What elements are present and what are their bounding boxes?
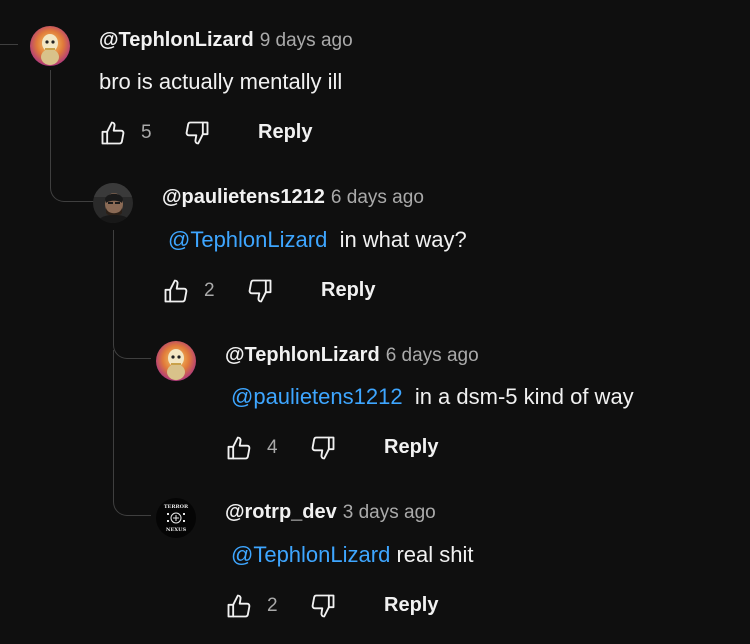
reply-button[interactable]: Reply bbox=[258, 121, 312, 144]
mention-link[interactable]: @TephlonLizard bbox=[168, 227, 327, 252]
author-name[interactable]: @paulietens1212 bbox=[162, 186, 325, 208]
comment-body: real shit bbox=[396, 542, 474, 567]
avatar[interactable]: TERROR NEXUS bbox=[156, 498, 196, 538]
comment-actions: 5 Reply bbox=[99, 119, 399, 149]
comment-header: @TephlonLizard 9 days ago bbox=[99, 29, 353, 52]
avatar-logo-top-text: TERROR bbox=[164, 504, 189, 510]
author-name[interactable]: @TephlonLizard bbox=[99, 29, 254, 51]
author-name[interactable]: @rotrp_dev bbox=[225, 501, 337, 523]
like-count: 2 bbox=[204, 280, 215, 301]
dislike-icon[interactable] bbox=[309, 592, 337, 620]
like-icon[interactable] bbox=[162, 277, 190, 305]
dislike-icon[interactable] bbox=[309, 434, 337, 462]
reply-button[interactable]: Reply bbox=[384, 436, 438, 459]
comment-body: bro is actually mentally ill bbox=[99, 69, 343, 94]
like-count: 2 bbox=[267, 595, 278, 616]
like-count: 5 bbox=[141, 122, 152, 143]
thread-line-level2b bbox=[113, 350, 151, 516]
avatar[interactable] bbox=[156, 341, 196, 381]
comment-actions: 2 Reply bbox=[225, 592, 525, 622]
dislike-icon[interactable] bbox=[183, 119, 211, 147]
comment-header: @TephlonLizard 6 days ago bbox=[225, 344, 479, 367]
comment-header: @rotrp_dev 3 days ago bbox=[225, 501, 436, 524]
comment-body: in what way? bbox=[339, 227, 467, 252]
comment: @TephlonLizard 9 days ago bro is actually… bbox=[0, 0, 750, 160]
comment-text: @TephlonLizard real shit bbox=[231, 542, 474, 568]
author-name[interactable]: @TephlonLizard bbox=[225, 344, 380, 366]
thread-line-level2a bbox=[113, 230, 151, 359]
timestamp[interactable]: 6 days ago bbox=[386, 345, 479, 366]
dislike-icon[interactable] bbox=[246, 277, 274, 305]
like-icon[interactable] bbox=[225, 592, 253, 620]
reply-button[interactable]: Reply bbox=[321, 279, 375, 302]
like-icon[interactable] bbox=[99, 119, 127, 147]
comment-text: bro is actually mentally ill bbox=[99, 69, 342, 95]
comment-body: in a dsm-5 kind of way bbox=[414, 384, 634, 409]
like-icon[interactable] bbox=[225, 434, 253, 462]
mention-link[interactable]: @paulietens1212 bbox=[231, 384, 403, 409]
timestamp[interactable]: 6 days ago bbox=[331, 187, 424, 208]
comment-actions: 2 Reply bbox=[162, 277, 462, 307]
timestamp[interactable]: 9 days ago bbox=[260, 30, 353, 51]
avatar[interactable] bbox=[93, 183, 133, 223]
avatar[interactable] bbox=[30, 26, 70, 66]
comment-header: @paulietens1212 6 days ago bbox=[162, 186, 424, 209]
comment-text: @paulietens1212 in a dsm-5 kind of way bbox=[231, 384, 634, 410]
reply-button[interactable]: Reply bbox=[384, 594, 438, 617]
comment-text: @TephlonLizard in what way? bbox=[168, 227, 467, 253]
comment-actions: 4 Reply bbox=[225, 434, 525, 464]
mention-link[interactable]: @TephlonLizard bbox=[231, 542, 390, 567]
timestamp[interactable]: 3 days ago bbox=[343, 502, 436, 523]
avatar-logo-bottom-text: NEXUS bbox=[166, 527, 187, 533]
like-count: 4 bbox=[267, 437, 278, 458]
